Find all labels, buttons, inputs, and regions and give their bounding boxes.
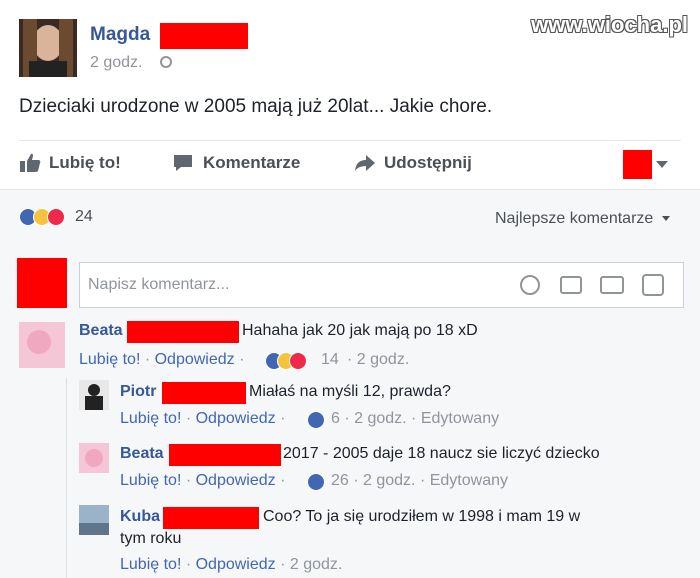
sort-comments-dropdown[interactable]: Najlepsze komentarze bbox=[495, 210, 670, 228]
comment-actions: Lubię to! · Odpowiedz · bbox=[120, 410, 286, 427]
comment-like-button[interactable]: Lubię to! bbox=[120, 472, 181, 489]
comment-actions: Lubię to! · Odpowiedz · bbox=[79, 351, 245, 368]
redacted-surname bbox=[162, 382, 246, 404]
comment-input[interactable]: Napisz komentarz... bbox=[79, 262, 684, 308]
redacted-surname bbox=[169, 444, 281, 466]
comment-text: Miałaś na myśli 12, prawda? bbox=[249, 383, 451, 400]
redacted-avatar-small bbox=[623, 150, 652, 179]
comment-text: 2017 - 2005 daje 18 naucz sie liczyć dzi… bbox=[283, 445, 600, 462]
comment-time[interactable]: 2 godz. bbox=[363, 472, 415, 489]
commenter-avatar[interactable] bbox=[79, 505, 109, 535]
comment-button[interactable]: Komentarze bbox=[172, 150, 300, 176]
like-reaction-icon bbox=[307, 473, 325, 491]
comment-reply-button[interactable]: Odpowiedz bbox=[155, 351, 235, 368]
comment-placeholder: Napisz komentarz... bbox=[88, 276, 230, 293]
sticker-icon[interactable] bbox=[642, 274, 664, 296]
comment-text-continued: tym roku bbox=[120, 530, 182, 547]
sort-label: Najlepsze komentarze bbox=[495, 210, 654, 227]
post-text: Dzieciaki urodzone w 2005 mają już 20lat… bbox=[19, 96, 493, 117]
comment-text: Coo? To ja się urodziłem w 1998 i mam 19… bbox=[263, 508, 581, 525]
watermark: www.wiocha.pl bbox=[531, 12, 688, 37]
edited-label[interactable]: Edytowany bbox=[421, 410, 499, 427]
redacted-surname bbox=[163, 507, 259, 529]
reactions-count: 24 bbox=[75, 208, 93, 225]
thumbs-up-icon bbox=[20, 153, 41, 172]
comment-actions: Lubię to! · Odpowiedz · bbox=[120, 472, 286, 489]
comment-reply-button[interactable]: Odpowiedz bbox=[196, 556, 276, 573]
post-author-name[interactable]: Magda bbox=[90, 24, 150, 46]
commenter-avatar[interactable] bbox=[79, 443, 109, 473]
comment-time[interactable]: 2 godz. bbox=[357, 351, 409, 368]
gif-icon[interactable] bbox=[600, 276, 624, 294]
comment-reply-button[interactable]: Odpowiedz bbox=[196, 410, 276, 427]
camera-icon[interactable] bbox=[560, 276, 582, 294]
comment-time[interactable]: 2 godz. bbox=[354, 410, 406, 427]
comment-reactions[interactable]: 14 bbox=[265, 351, 339, 371]
reaction-count[interactable]: 26 bbox=[331, 472, 349, 489]
comment-like-button[interactable]: Lubię to! bbox=[120, 410, 181, 427]
love-reaction-icon bbox=[289, 352, 307, 370]
commenter-avatar[interactable] bbox=[79, 380, 109, 410]
reaction-count[interactable]: 6 bbox=[331, 410, 340, 427]
chevron-down-icon[interactable] bbox=[656, 161, 668, 168]
like-button[interactable]: Lubię to! bbox=[19, 150, 121, 176]
author-avatar[interactable] bbox=[19, 19, 77, 77]
comment-like-button[interactable]: Lubię to! bbox=[79, 351, 140, 368]
like-reaction-icon bbox=[307, 411, 325, 429]
emoji-icon[interactable] bbox=[520, 275, 540, 295]
comment-author[interactable]: Beata bbox=[79, 322, 123, 340]
globe-icon bbox=[160, 56, 172, 68]
comment-actions: Lubię to! · Odpowiedz · 2 godz. bbox=[120, 556, 343, 573]
commenter-avatar[interactable] bbox=[19, 322, 65, 368]
comment-icon bbox=[174, 155, 192, 171]
comment-like-button[interactable]: Lubię to! bbox=[120, 556, 181, 573]
redacted-user-avatar bbox=[17, 258, 67, 308]
comment-meta: 26 · 2 godz. · Edytowany bbox=[331, 472, 508, 489]
reactions-summary[interactable]: 24 bbox=[19, 206, 119, 228]
edited-label[interactable]: Edytowany bbox=[430, 472, 508, 489]
thread-line bbox=[66, 378, 67, 578]
reaction-count: 14 bbox=[321, 351, 339, 368]
share-button[interactable]: Udostępnij bbox=[354, 150, 472, 176]
comment-author[interactable]: Kuba bbox=[120, 508, 160, 526]
divider bbox=[19, 140, 681, 141]
redacted-surname bbox=[160, 23, 248, 49]
love-reaction-icon bbox=[47, 208, 65, 226]
chevron-down-icon bbox=[661, 216, 670, 222]
post-time[interactable]: 2 godz. bbox=[90, 54, 142, 72]
comment-author[interactable]: Piotr bbox=[120, 383, 156, 401]
share-icon bbox=[355, 155, 375, 171]
comment-reply-button[interactable]: Odpowiedz bbox=[196, 472, 276, 489]
comment-meta: · 2 godz. bbox=[347, 351, 410, 368]
comment-text: Hahaha jak 20 jak mają po 18 xD bbox=[242, 322, 478, 339]
redacted-surname bbox=[127, 321, 239, 343]
comment-meta: 6 · 2 godz. · Edytowany bbox=[331, 410, 500, 427]
comment-author[interactable]: Beata bbox=[120, 445, 164, 463]
comment-time[interactable]: 2 godz. bbox=[290, 556, 342, 573]
